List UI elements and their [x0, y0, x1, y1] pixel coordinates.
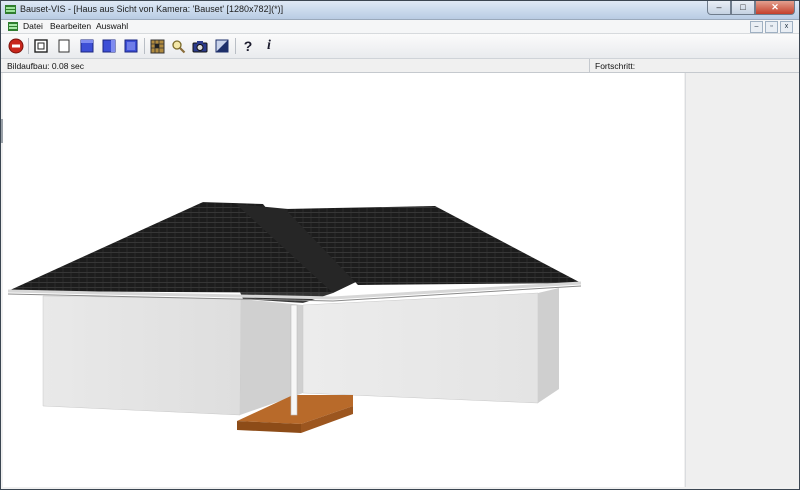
mdi-minimize-button[interactable]: –	[750, 21, 763, 33]
house-rendering	[7, 202, 582, 433]
maximize-button[interactable]: □	[731, 1, 755, 15]
stop-icon	[8, 38, 24, 54]
cube-view-side-button[interactable]	[100, 37, 118, 55]
right-end-wall	[538, 288, 559, 403]
title-bar[interactable]: Bauset-VIS - [Haus aus Sicht von Kamera:…	[1, 1, 799, 20]
menu-bearbeiten[interactable]: Bearbeiten	[50, 21, 91, 31]
toolbar-separator	[144, 38, 145, 54]
zoom-icon	[171, 39, 185, 53]
cube-view-front-button[interactable]	[78, 37, 96, 55]
render-icon	[215, 39, 229, 53]
stop-button[interactable]	[7, 37, 25, 55]
toolbar: ? i	[1, 34, 799, 59]
blank-page-icon	[58, 39, 70, 53]
texture-button[interactable]	[148, 37, 166, 55]
right-wall	[302, 292, 539, 404]
menu-auswahl[interactable]: Auswahl	[96, 21, 128, 31]
left-wall	[42, 295, 242, 416]
3d-viewport[interactable]	[3, 73, 684, 487]
toolbar-separator	[28, 38, 29, 54]
app-icon	[5, 5, 16, 14]
cube-view-side-icon	[102, 39, 116, 53]
side-panel	[685, 73, 798, 487]
minimize-button[interactable]: –	[707, 1, 731, 15]
mdi-restore-button[interactable]: ▫	[765, 21, 778, 33]
cube-view-top-icon	[124, 39, 138, 53]
status-bar: Bildaufbau: 0.08 sec Fortschritt:	[1, 59, 799, 73]
help-button[interactable]: ?	[239, 37, 257, 55]
toolbar-separator	[235, 38, 236, 54]
help-icon: ?	[243, 38, 253, 54]
render-button[interactable]	[213, 37, 231, 55]
progress-label: Fortschritt:	[595, 61, 636, 71]
info-icon: i	[267, 38, 271, 53]
status-divider	[589, 59, 590, 72]
info-button[interactable]: i	[260, 37, 278, 55]
camera-button[interactable]	[191, 37, 209, 55]
document-icon[interactable]	[8, 22, 18, 31]
close-button[interactable]: ✕	[755, 1, 795, 15]
blank-page-button[interactable]	[55, 37, 73, 55]
render-time-text: Bildaufbau: 0.08 sec	[7, 61, 85, 71]
cube-view-front-icon	[80, 39, 94, 53]
frame-view-button[interactable]	[32, 37, 50, 55]
menu-bar: Datei Bearbeiten Auswahl – ▫ x	[1, 20, 799, 34]
cube-view-top-button[interactable]	[122, 37, 140, 55]
window-title: Bauset-VIS - [Haus aus Sicht von Kamera:…	[20, 4, 284, 14]
menu-datei[interactable]: Datei	[23, 21, 43, 31]
texture-icon	[150, 39, 164, 53]
zoom-button[interactable]	[169, 37, 187, 55]
support-post	[290, 304, 298, 416]
frame-view-icon	[34, 39, 48, 53]
camera-icon	[192, 40, 208, 52]
mdi-close-button[interactable]: x	[780, 21, 793, 33]
application-window: Bauset-VIS - [Haus aus Sicht von Kamera:…	[0, 0, 800, 490]
